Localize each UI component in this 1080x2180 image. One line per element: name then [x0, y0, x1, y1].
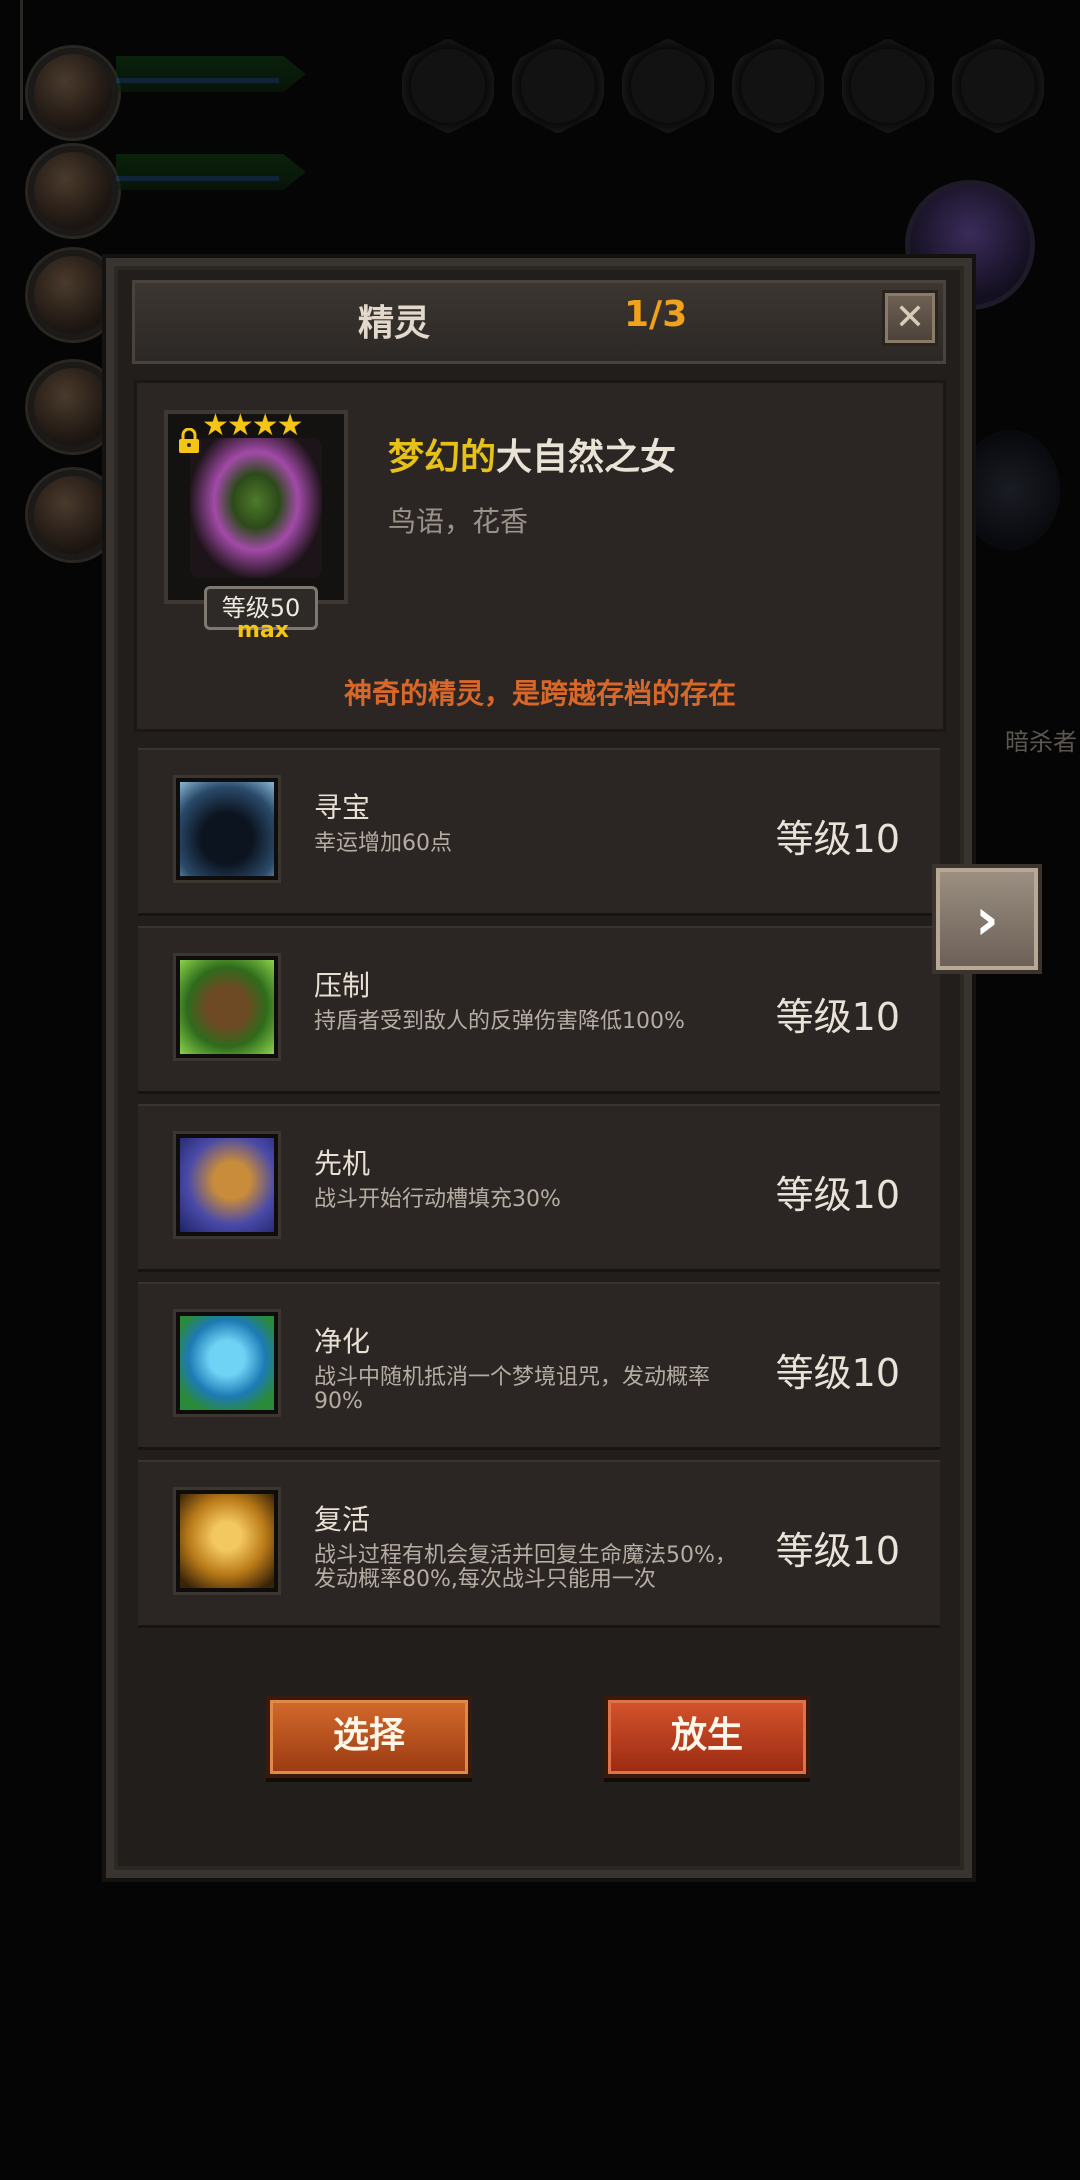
- skill-description: 战斗过程有机会复活并回复生命魔法50%，发动概率80%,每次战斗只能用一次: [314, 1543, 737, 1592]
- hero-description: 神奇的精灵，是跨越存档的存在: [343, 677, 736, 710]
- max-label: max: [237, 618, 289, 643]
- assassin-label: 暗杀者: [1005, 728, 1077, 756]
- party-health-bar: [116, 154, 306, 190]
- skill-level: 等级10: [775, 817, 900, 861]
- page-indicator: 1/3: [624, 294, 688, 335]
- lock-icon: [179, 428, 199, 453]
- hero-name-main: 大自然之女: [496, 437, 677, 478]
- close-button[interactable]: ✕: [882, 290, 938, 346]
- empty-slot: [402, 38, 494, 134]
- skill-name: 净化: [314, 1325, 371, 1358]
- empty-slot: [512, 38, 604, 134]
- skill-row-revive: 复活 战斗过程有机会复活并回复生命魔法50%，发动概率80%,每次战斗只能用一次…: [138, 1460, 940, 1628]
- skill-level: 等级10: [775, 995, 900, 1039]
- skill-name: 先机: [314, 1147, 371, 1180]
- hero-name: 梦幻的大自然之女: [388, 428, 676, 480]
- party-member-avatar: [28, 362, 118, 452]
- skill-name: 寻宝: [314, 791, 371, 824]
- skill-level: 等级10: [775, 1529, 900, 1573]
- close-icon: ✕: [894, 297, 926, 338]
- empty-slot: [732, 38, 824, 134]
- empty-slot: [622, 38, 714, 134]
- select-button[interactable]: 选择: [266, 1696, 472, 1778]
- skill-description: 战斗中随机抵消一个梦境诅咒，发动概率90%: [314, 1365, 711, 1414]
- enemy-portrait: [960, 430, 1060, 550]
- party-member-avatar: [28, 470, 118, 560]
- party-member-avatar: [28, 48, 118, 138]
- release-button[interactable]: 放生: [604, 1696, 810, 1778]
- skill-level: 等级10: [775, 1173, 900, 1217]
- treasure-icon: [176, 778, 278, 880]
- fairy-portrait: [190, 438, 322, 578]
- hero-name-prefix: 梦幻的: [388, 437, 497, 478]
- skill-description: 战斗开始行动槽填充30%: [314, 1187, 561, 1212]
- star-rating: ★★★★: [202, 408, 304, 443]
- party-health-bar: [116, 56, 306, 92]
- modal-header: [132, 280, 946, 364]
- next-page-button[interactable]: ›: [932, 864, 1042, 974]
- frame-corner: [0, 0, 23, 120]
- skill-level: 等级10: [775, 1351, 900, 1395]
- skill-row-initiative: 先机 战斗开始行动槽填充30% 等级10: [138, 1104, 940, 1272]
- skill-row-treasure: 寻宝 幸运增加60点 等级10: [138, 748, 940, 916]
- hero-subtitle: 鸟语，花香: [388, 505, 529, 538]
- skill-row-suppress: 压制 持盾者受到敌人的反弹伤害降低100% 等级10: [138, 926, 940, 1094]
- party-member-avatar: [28, 146, 118, 236]
- skill-name: 复活: [314, 1503, 371, 1536]
- suppress-icon: [176, 956, 278, 1058]
- initiative-icon: [176, 1134, 278, 1236]
- party-member-avatar: [28, 250, 118, 340]
- skill-row-purify: 净化 战斗中随机抵消一个梦境诅咒，发动概率90% 等级10: [138, 1282, 940, 1450]
- modal-title: 精灵: [358, 303, 431, 344]
- skill-description: 持盾者受到敌人的反弹伤害降低100%: [314, 1009, 685, 1034]
- empty-slot: [952, 38, 1044, 134]
- empty-slot: [842, 38, 934, 134]
- skill-description: 幸运增加60点: [314, 831, 452, 856]
- chevron-right-icon: ›: [975, 885, 999, 953]
- skill-name: 压制: [314, 969, 371, 1002]
- revive-icon: [176, 1490, 278, 1592]
- purify-icon: [176, 1312, 278, 1414]
